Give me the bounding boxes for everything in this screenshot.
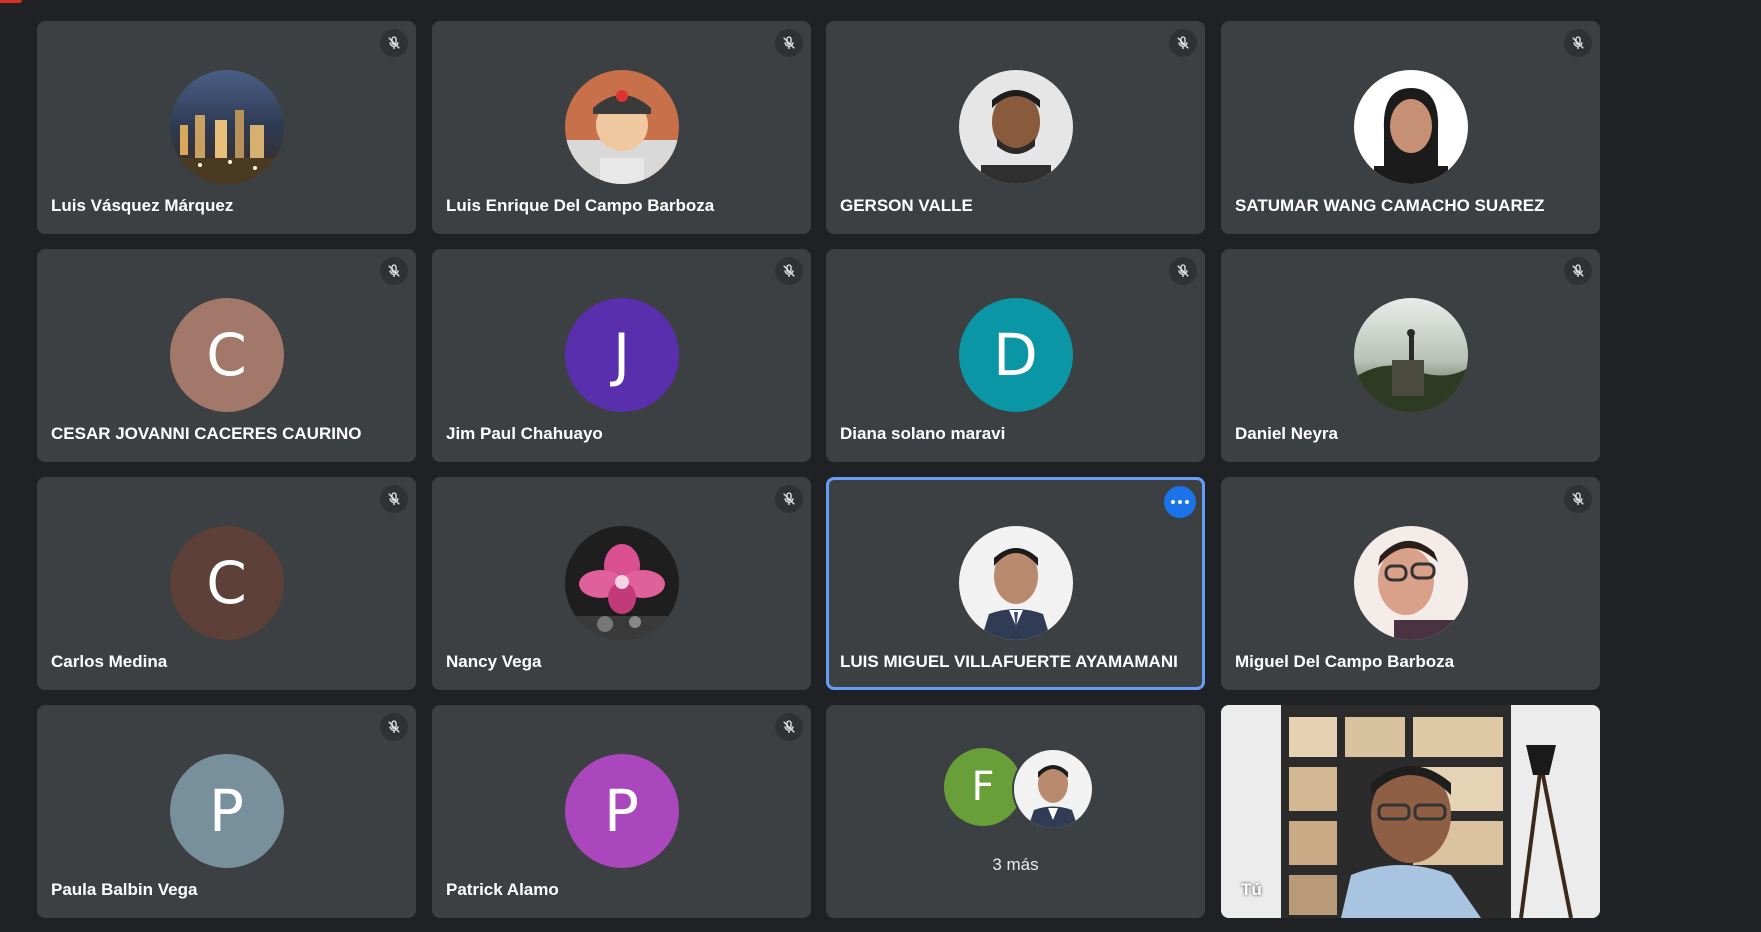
more-options-icon[interactable]	[1164, 486, 1196, 518]
participant-name: Carlos Medina	[51, 652, 168, 671]
participant-tile[interactable]: GERSON VALLE	[826, 21, 1205, 234]
mic-off-icon	[1564, 485, 1592, 513]
mic-off-icon	[1169, 29, 1197, 57]
avatar-photo	[1353, 70, 1468, 184]
participant-tile[interactable]: Miguel Del Campo Barboza	[1221, 477, 1600, 690]
mic-off-icon	[775, 257, 803, 285]
participant-name: SATUMAR WANG CAMACHO SUAREZ	[1235, 196, 1545, 215]
avatar-photo	[958, 70, 1073, 184]
more-participants-label: 3 más	[992, 855, 1039, 874]
stacked-avatars: F	[944, 748, 1094, 830]
participant-tile[interactable]: Nancy Vega	[432, 477, 811, 690]
mic-off-icon	[1169, 257, 1197, 285]
avatar-photo	[1353, 298, 1468, 412]
participant-name: Patrick Alamo	[446, 880, 559, 899]
participant-tile[interactable]: P Patrick Alamo	[432, 705, 811, 918]
avatar-initial: C	[169, 526, 284, 640]
avatar-photo	[958, 526, 1073, 640]
mic-off-icon	[775, 29, 803, 57]
avatar-photo	[564, 70, 679, 184]
more-participants-tile[interactable]: F 3 más	[826, 705, 1205, 918]
mic-off-icon	[380, 485, 408, 513]
participant-name: GERSON VALLE	[840, 196, 973, 215]
self-view-label: Tú	[1241, 880, 1262, 899]
participant-grid: Luis Vásquez Márquez Luis Enrique Del Ca…	[37, 21, 1600, 921]
avatar-initial: J	[564, 298, 679, 412]
participant-tile[interactable]: SATUMAR WANG CAMACHO SUAREZ	[1221, 21, 1600, 234]
participant-tile[interactable]: D Diana solano maravi	[826, 249, 1205, 462]
mic-off-icon	[1564, 257, 1592, 285]
participant-name: Daniel Neyra	[1235, 424, 1338, 443]
avatar-initial: P	[169, 754, 284, 868]
participant-name: Luis Enrique Del Campo Barboza	[446, 196, 715, 215]
participant-tile[interactable]: Luis Enrique Del Campo Barboza	[432, 21, 811, 234]
participant-tile-active[interactable]: LUIS MIGUEL VILLAFUERTE AYAMAMANI	[826, 477, 1205, 690]
avatar-photo	[1012, 748, 1094, 830]
mic-off-icon	[380, 29, 408, 57]
avatar-photo	[564, 526, 679, 640]
avatar-initial: F	[944, 748, 1022, 826]
participant-name: CESAR JOVANNI CACERES CAURINO	[51, 424, 362, 443]
participant-name: Jim Paul Chahuayo	[446, 424, 603, 443]
participant-name: LUIS MIGUEL VILLAFUERTE AYAMAMANI	[840, 652, 1178, 671]
participant-tile[interactable]: J Jim Paul Chahuayo	[432, 249, 811, 462]
participant-tile[interactable]: Luis Vásquez Márquez	[37, 21, 416, 234]
participant-name: Paula Balbin Vega	[51, 880, 198, 899]
mic-off-icon	[380, 257, 408, 285]
participant-tile[interactable]: Daniel Neyra	[1221, 249, 1600, 462]
participant-name: Diana solano maravi	[840, 424, 1006, 443]
avatar-initial: C	[169, 298, 284, 412]
participant-name: Luis Vásquez Márquez	[51, 196, 234, 215]
mic-off-icon	[380, 713, 408, 741]
window-indicator	[0, 0, 22, 3]
participant-tile[interactable]: P Paula Balbin Vega	[37, 705, 416, 918]
avatar-initial: P	[564, 754, 679, 868]
mic-off-icon	[1564, 29, 1592, 57]
self-view-tile[interactable]: Tú	[1221, 705, 1600, 918]
participant-tile[interactable]: C Carlos Medina	[37, 477, 416, 690]
mic-off-icon	[775, 713, 803, 741]
participant-name: Miguel Del Campo Barboza	[1235, 652, 1455, 671]
participant-tile[interactable]: C CESAR JOVANNI CACERES CAURINO	[37, 249, 416, 462]
avatar-photo	[1353, 526, 1468, 640]
self-video-feed	[1221, 705, 1600, 918]
participant-name: Nancy Vega	[446, 652, 542, 671]
avatar-initial: D	[958, 298, 1073, 412]
avatar-photo	[169, 70, 284, 184]
mic-off-icon	[775, 485, 803, 513]
